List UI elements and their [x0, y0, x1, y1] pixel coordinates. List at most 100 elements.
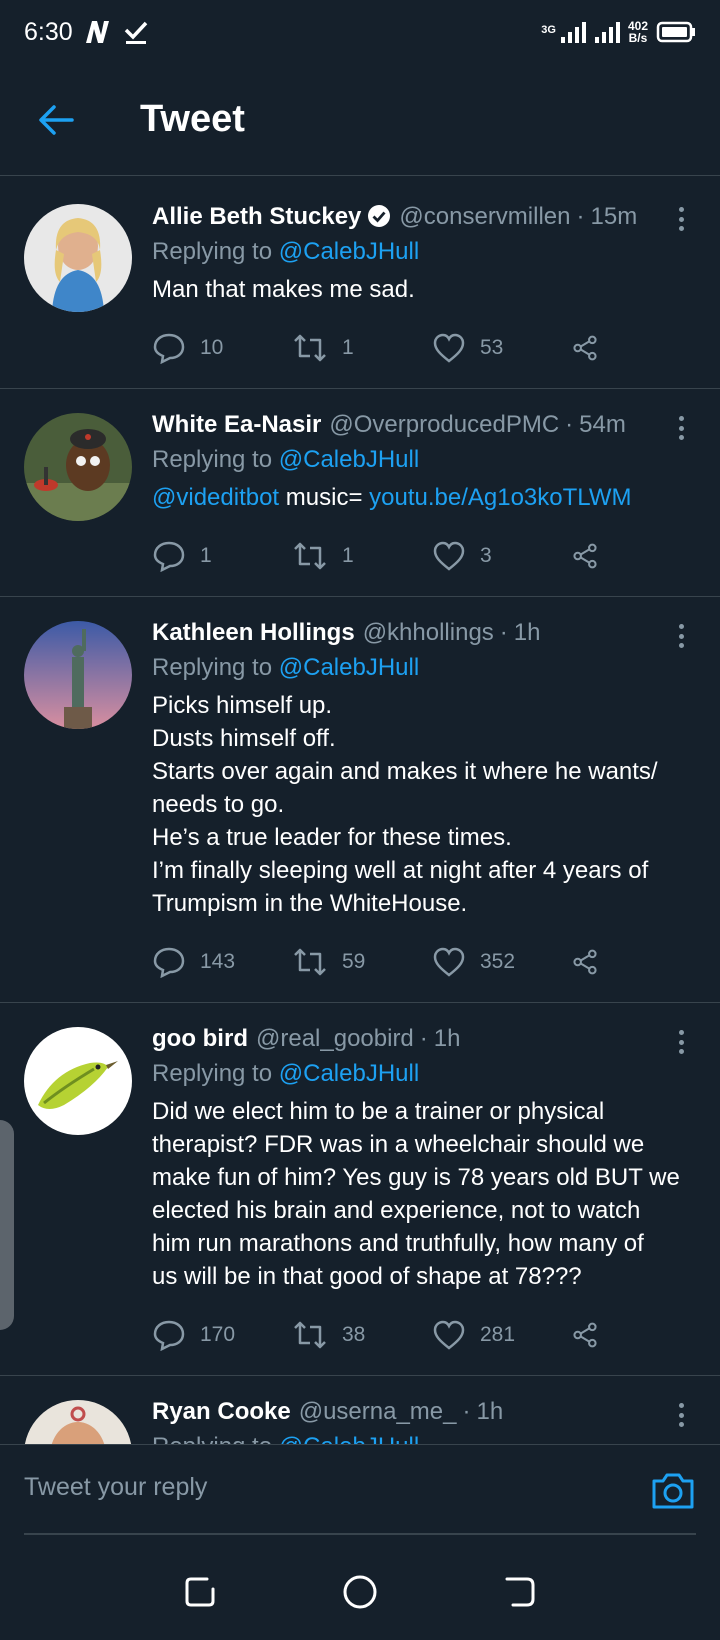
timestamp: 1h [476, 1398, 504, 1425]
tweet-text: Did we elect him to be a trainer or phys… [152, 1098, 680, 1290]
display-name[interactable]: Allie Beth Stuckey [152, 201, 361, 233]
share-button[interactable] [572, 540, 612, 572]
retweet-button[interactable]: 1 [292, 332, 432, 364]
display-name[interactable]: Ryan Cooke [152, 1396, 291, 1428]
retweet-button[interactable]: 1 [292, 540, 432, 572]
more-vertical-icon[interactable] [666, 1398, 696, 1432]
reply-button[interactable]: 143 [152, 946, 292, 978]
reply-count: 10 [200, 336, 224, 359]
like-count: 3 [480, 544, 492, 567]
share-button[interactable] [572, 946, 612, 978]
retweet-icon [294, 542, 326, 570]
more-vertical-icon[interactable] [666, 619, 696, 653]
tweet-item[interactable]: Kathleen Hollings @khhollings · 1h Reply… [0, 597, 720, 1003]
reply-icon [153, 1320, 185, 1351]
system-nav-bar [0, 1544, 720, 1640]
home-icon [343, 1575, 377, 1609]
more-vertical-icon[interactable] [666, 202, 696, 236]
retweet-button[interactable]: 59 [292, 946, 432, 978]
handle: @userna_me_ [298, 1398, 457, 1425]
share-icon [573, 335, 597, 361]
tweet-item[interactable]: Ryan Cooke @userna_me_ · 1h Replying to … [0, 1376, 720, 1444]
like-button[interactable]: 281 [432, 1319, 572, 1351]
download-done-icon [124, 21, 147, 44]
camera-button[interactable] [650, 1467, 696, 1513]
share-icon [573, 543, 597, 569]
like-button[interactable]: 53 [432, 332, 572, 364]
network-speed: 402 B/s [627, 19, 648, 45]
like-button[interactable]: 3 [432, 540, 572, 572]
replies-list[interactable]: Allie Beth Stuckey @conservmillen · 15m … [0, 180, 720, 1444]
input-underline [24, 1533, 696, 1535]
reply-count: 1 [200, 544, 212, 567]
tweet-actions: 170 38 281 [152, 1315, 696, 1355]
recent-apps-button[interactable] [180, 1572, 220, 1612]
reply-input[interactable] [24, 1459, 584, 1515]
timestamp: 1h [433, 1025, 461, 1052]
network-type: 3G [541, 24, 556, 36]
like-icon [433, 541, 465, 571]
reply-button[interactable]: 170 [152, 1319, 292, 1351]
avatar[interactable] [24, 204, 132, 312]
tweet-text: Picks himself up. Dusts himself off. Sta… [152, 692, 658, 917]
mention-link[interactable]: @CalebJHull [279, 238, 419, 265]
avatar[interactable] [24, 1027, 132, 1135]
replying-to: Replying to @CalebJHull [152, 1060, 420, 1087]
avatar[interactable] [24, 413, 132, 521]
reply-button[interactable]: 10 [152, 332, 292, 364]
retweet-count: 59 [342, 950, 366, 973]
mention-link[interactable]: @videditbot [152, 484, 279, 511]
reply-button[interactable]: 1 [152, 540, 292, 572]
avatar[interactable] [24, 621, 132, 729]
display-name[interactable]: White Ea-Nasir [152, 409, 321, 441]
avatar[interactable] [24, 1400, 132, 1444]
edge-panel-handle[interactable] [0, 1120, 14, 1330]
signal-icon-1 [560, 22, 586, 43]
replying-to: Replying to @CalebJHull [152, 238, 420, 265]
tweet-text: @videditbot music= youtu.be/Ag1o3koTLWM [152, 484, 632, 511]
mention-link[interactable]: @CalebJHull [279, 1433, 419, 1444]
mention-link[interactable]: @CalebJHull [279, 1060, 419, 1087]
url-link[interactable]: youtu.be/Ag1o3koTLWM [369, 484, 631, 511]
tweet-actions: 1 1 3 [152, 536, 696, 576]
reply-icon [153, 333, 185, 364]
home-button[interactable] [340, 1572, 380, 1612]
camera-icon [652, 1473, 694, 1509]
back-button[interactable] [24, 88, 88, 152]
like-icon [433, 947, 465, 977]
arrow-left-icon [39, 104, 74, 135]
tweet-item[interactable]: Allie Beth Stuckey @conservmillen · 15m … [0, 180, 720, 389]
reply-icon [153, 947, 185, 978]
timestamp: 15m [590, 203, 638, 230]
tweet-item[interactable]: White Ea-Nasir @OverproducedPMC · 54m Re… [0, 389, 720, 597]
reply-icon [153, 541, 185, 572]
more-vertical-icon[interactable] [666, 411, 696, 445]
page-title: Tweet [140, 98, 245, 140]
share-icon [573, 1322, 597, 1348]
display-name[interactable]: Kathleen Hollings [152, 617, 355, 649]
verified-badge-icon [368, 205, 391, 227]
retweet-button[interactable]: 38 [292, 1319, 432, 1351]
status-bar: 6:30 3G 402 B/s [0, 0, 720, 64]
share-button[interactable] [572, 1319, 612, 1351]
retweet-icon [294, 334, 326, 362]
back-nav-button[interactable] [500, 1572, 540, 1612]
like-icon [433, 1320, 465, 1350]
retweet-icon [294, 1321, 326, 1349]
mention-link[interactable]: @CalebJHull [279, 446, 419, 473]
display-name[interactable]: goo bird [152, 1023, 248, 1055]
retweet-icon [294, 948, 326, 976]
app-header: Tweet [0, 64, 720, 176]
recent-apps-icon [185, 1577, 215, 1607]
tweet-text: Man that makes me sad. [152, 276, 415, 303]
tweet-item[interactable]: goo bird @real_goobird · 1h Replying to … [0, 1003, 720, 1376]
like-button[interactable]: 352 [432, 946, 572, 978]
replying-to: Replying to @CalebJHull [152, 1428, 696, 1444]
status-time: 6:30 [24, 17, 73, 46]
like-icon [433, 333, 465, 363]
timestamp: 1h [513, 619, 541, 646]
more-vertical-icon[interactable] [666, 1025, 696, 1059]
like-count: 53 [480, 336, 504, 359]
share-button[interactable] [572, 332, 612, 364]
mention-link[interactable]: @CalebJHull [279, 654, 419, 681]
